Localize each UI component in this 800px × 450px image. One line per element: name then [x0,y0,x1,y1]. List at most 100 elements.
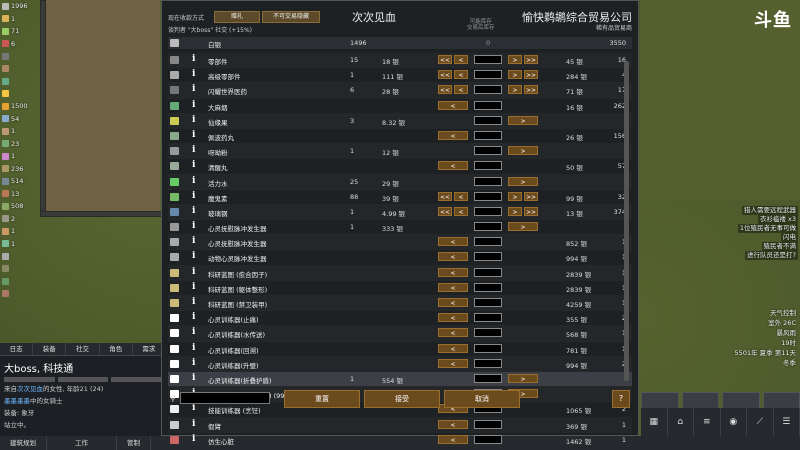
resource-row[interactable]: 13 [0,188,40,201]
quantity-input[interactable] [474,222,502,232]
buy-one-button[interactable]: > [508,85,522,95]
trade-row[interactable]: i 仿生心脏 <1462 银 1 [168,433,632,448]
trade-row[interactable]: i高级零部件1111 银<<<>>>284 银4 [168,68,632,84]
restrict-button[interactable]: 管制 [117,436,151,450]
resource-row[interactable]: 1 [0,13,40,26]
buy-all-button[interactable]: >> [524,85,538,95]
sell-all-button[interactable]: << [438,70,452,80]
sell-all-button[interactable]: << [438,191,452,201]
trade-row[interactable]: i 心灵抚慰脉冲发生器 1 333 银 > [168,220,632,236]
buy-one-button[interactable]: > [508,70,522,80]
quantity-input[interactable] [474,100,502,110]
info-icon[interactable]: i [192,312,195,322]
resource-row[interactable] [0,263,40,276]
buy-one-button[interactable]: < [438,328,468,338]
light-icon[interactable]: ◉ [721,408,747,436]
hide-untradeable-button[interactable]: 不可交易隐藏 [262,11,320,23]
trade-row[interactable]: i心灵训练器(回溯)<781 银1 [168,342,632,357]
sell-all-button[interactable]: << [438,55,452,64]
buy-one-button[interactable]: < [438,298,468,307]
trade-row[interactable]: i 仙缘果 3 8.32 银 > [168,113,632,129]
trade-row[interactable]: i科研蓝图 (禁卫装甲)<4259 银1 [168,296,632,312]
resource-row[interactable] [0,50,40,63]
resource-row[interactable]: 6 [0,38,40,51]
quantity-input[interactable] [474,237,502,247]
info-icon[interactable]: i [192,343,195,353]
info-icon[interactable]: i [192,115,195,125]
info-icon[interactable]: i [192,130,195,140]
sell-one-button[interactable]: > [508,373,538,383]
scrollbar[interactable] [624,61,629,381]
trade-row[interactable]: i心灵训练器(水传送)<568 银1 [168,326,632,342]
buy-one-button[interactable]: < [438,358,468,368]
sell-all-button[interactable]: << [438,206,452,216]
alert-item[interactable]: 1位殖民者无事可做 [648,224,798,233]
resource-row[interactable]: 1996 [0,0,40,13]
building-icon[interactable]: ⌂ [668,408,694,436]
sell-all-button[interactable]: << [438,85,452,95]
resource-row[interactable]: 71 [0,25,40,38]
sell-one-button[interactable]: < [454,70,468,80]
sell-one-button[interactable]: < [454,85,468,95]
buy-one-button[interactable]: < [438,313,468,323]
trade-row[interactable]: i动物心灵脉冲发生器<994 银1 [168,250,632,266]
info-icon[interactable]: i [192,176,195,186]
quantity-input[interactable] [474,434,502,444]
buy-one-button[interactable]: > [508,206,522,216]
alert-item[interactable]: 猎人需要远程武器 [648,206,798,215]
resource-row[interactable] [0,63,40,76]
quantity-input[interactable] [474,206,502,216]
trade-row[interactable]: i 佩波药丸 <26 银 156 [168,129,632,145]
alert-item[interactable]: 闪电 [648,233,798,242]
quantity-input[interactable] [474,55,502,64]
trade-row[interactable]: i 活力水 25 29 银 > [168,174,632,190]
quantity-input[interactable] [474,313,502,323]
quantity-input[interactable] [474,282,502,292]
info-icon[interactable]: i [192,145,195,155]
trade-row[interactable]: i 玻璃钢 1 4.99 银 << < > >> 13 银 374 [168,204,632,221]
overlay-icon[interactable]: ≡ [694,408,721,436]
trade-row[interactable]: i心灵抚慰脉冲发生器<852 银1 [168,235,632,251]
buy-one-button[interactable]: < [438,282,468,292]
tool-icon[interactable]: ⟋ [747,408,774,436]
info-icon[interactable]: i [192,282,195,292]
architect-button[interactable]: 建筑规划 [0,436,47,450]
quantity-input[interactable] [474,146,502,156]
resource-row[interactable] [0,275,40,288]
quantity-input[interactable] [474,161,502,171]
accept-button[interactable]: 接受 [364,390,440,408]
tab-3[interactable]: 角色 [100,343,133,355]
resource-row[interactable]: 1 [0,225,40,238]
work-button[interactable]: 工作 [47,436,117,450]
alert-item[interactable]: 进行队员还是打? [648,251,798,260]
trade-row[interactable]: i 假臂 <369 银 1 [168,417,632,433]
buy-all-button[interactable]: >> [524,55,538,64]
tab-1[interactable]: 装备 [33,343,67,355]
resource-row[interactable]: 508 [0,200,40,213]
resource-row[interactable]: 514 [0,175,40,188]
quantity-input[interactable] [474,267,502,277]
resource-row[interactable]: 2 [0,213,40,226]
quantity-input[interactable] [474,358,502,368]
info-icon[interactable]: i [192,100,195,110]
cancel-button[interactable]: 取消 [444,390,520,408]
buy-all-button[interactable]: >> [524,191,538,201]
quantity-input[interactable] [474,343,502,353]
quantity-input[interactable] [474,176,502,186]
gift-mode-button[interactable]: 赠礼 [214,11,260,23]
buy-all-button[interactable]: >> [524,206,538,216]
info-icon[interactable]: i [192,327,195,337]
trade-row[interactable]: i 魔鬼素 88 39 银 << < > >> 99 银 32 [168,190,632,205]
info-icon[interactable]: i [192,419,195,429]
quantity-input[interactable] [474,191,502,201]
sell-one-button[interactable]: > [508,176,538,186]
quantity-input[interactable] [474,298,502,307]
quantity-input[interactable] [474,130,502,140]
info-icon[interactable]: i [192,358,195,368]
search-input[interactable] [180,392,270,404]
buy-one-button[interactable]: < [438,434,468,444]
info-icon[interactable]: i [192,84,195,94]
alert-item[interactable]: 殖民者不满 [648,242,798,251]
resource-row[interactable] [0,288,40,301]
trade-row[interactable]: i 心灵训练器(折叠护盾) 1 554 银 > [168,371,632,388]
